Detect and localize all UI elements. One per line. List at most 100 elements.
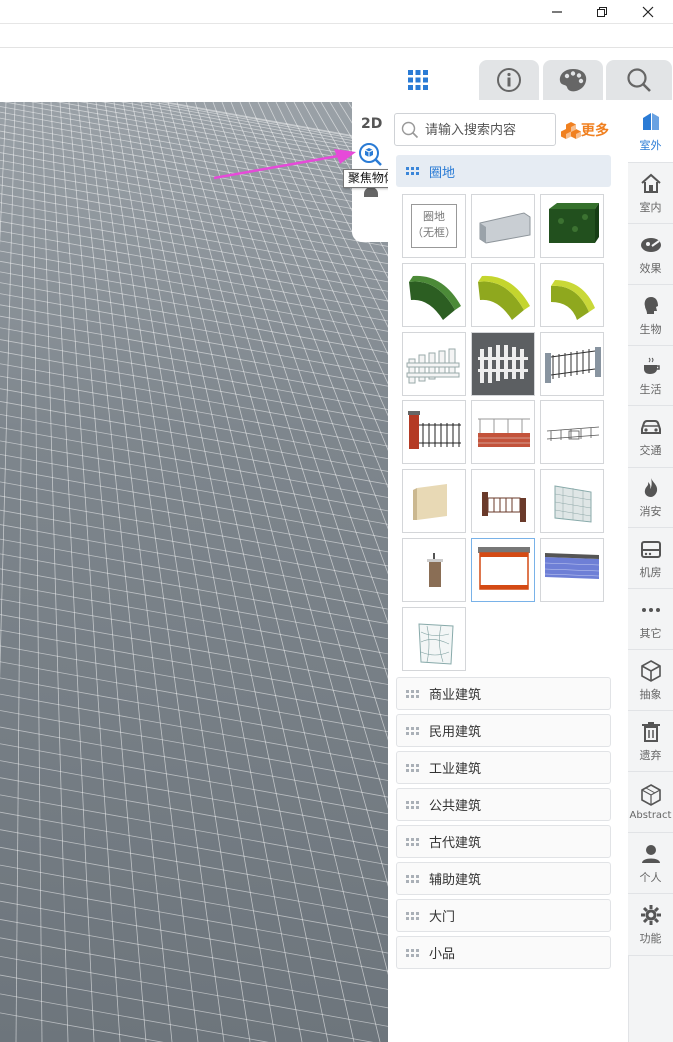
tile-blue-brick-wall[interactable] <box>540 538 604 602</box>
fire-icon <box>644 478 657 497</box>
category-strip-item[interactable]: 生活 <box>628 346 673 406</box>
close-icon <box>642 6 654 18</box>
tile-brick-wall-rail[interactable] <box>471 400 535 464</box>
tile-post-sign[interactable] <box>402 538 466 602</box>
category-strip-item[interactable]: 抽象 <box>628 650 673 711</box>
minimize-button[interactable] <box>537 0 577 24</box>
search-input[interactable] <box>425 120 551 140</box>
category-label: 商业建筑 <box>429 688 482 703</box>
category-strip-label: 消安 <box>639 505 662 518</box>
category-strip-item[interactable]: 生物 <box>628 285 673 346</box>
category-row[interactable]: 工业建筑 <box>396 751 611 784</box>
focus-object-button[interactable] <box>358 142 384 166</box>
category-header-enclosure[interactable]: 圈地 <box>396 155 611 187</box>
person-view-icon[interactable] <box>364 187 378 197</box>
category-row[interactable]: 古代建筑 <box>396 825 611 858</box>
more-button[interactable]: 更多 <box>561 118 609 142</box>
tile-concrete-block[interactable] <box>471 194 535 258</box>
grid-icon <box>408 70 428 90</box>
category-strip-item[interactable]: 机房 <box>628 528 673 589</box>
model-thumbnail <box>479 212 531 244</box>
category-strip-item[interactable]: 效果 <box>628 224 673 285</box>
palette-icon <box>559 69 587 92</box>
tab-info[interactable] <box>479 60 539 100</box>
category-strip-label: 功能 <box>639 932 662 945</box>
category-strip-item[interactable]: 消安 <box>628 468 673 528</box>
close-button[interactable] <box>628 0 668 24</box>
tile-enclosure-frameless[interactable]: 圈地 （无框） <box>402 194 466 258</box>
more-models-icon <box>561 122 581 139</box>
3d-viewport[interactable] <box>0 102 388 1042</box>
category-strip-label: 效果 <box>639 261 662 275</box>
category-strip-item[interactable]: 室内 <box>628 163 673 224</box>
model-thumbnail <box>551 280 595 320</box>
tile-beige-panel[interactable] <box>402 469 466 533</box>
tab-library[interactable] <box>388 60 448 100</box>
category-row[interactable]: 商业建筑 <box>396 677 611 710</box>
app-window: 2D 聚焦物体(F) 请输入搜索内容 更多 圈地 圈地 （无框） 商业建筑 民用… <box>0 0 673 1042</box>
category-label: 辅助建筑 <box>429 873 482 888</box>
tile-wooden-fence[interactable] <box>471 469 535 533</box>
tile-picket-fence-dark-bg[interactable] <box>471 332 535 396</box>
model-thumbnail <box>418 623 454 665</box>
tile-thin-rail[interactable] <box>540 400 604 464</box>
category-strip-label: 其它 <box>639 626 662 640</box>
model-thumbnail <box>549 203 599 243</box>
title-bar <box>0 0 673 24</box>
cup-icon <box>643 357 660 374</box>
category-row[interactable]: 小品 <box>396 936 611 969</box>
info-icon <box>497 68 521 92</box>
tile-hedge-quarter-yellow[interactable] <box>540 263 604 327</box>
category-strip-label: 遗弃 <box>639 748 662 762</box>
category-strip-label: 生活 <box>639 383 662 396</box>
category-strip-label: 机房 <box>639 565 662 579</box>
tile-hedge-curve-yellow[interactable] <box>471 263 535 327</box>
category-header-label: 圈地 <box>429 165 456 181</box>
tab-search[interactable] <box>606 60 672 100</box>
tile-label: 圈地 （无框） <box>411 204 457 248</box>
tile-orange-wall-selected[interactable] <box>471 538 535 602</box>
model-thumbnail <box>413 484 447 520</box>
model-thumbnail <box>409 275 461 320</box>
category-strip-item[interactable]: 室外 <box>628 100 673 163</box>
category-strip-item[interactable]: Abstract <box>628 772 673 833</box>
category-row[interactable]: 公共建筑 <box>396 788 611 821</box>
model-thumbnail <box>545 347 601 383</box>
tile-chain-mesh[interactable] <box>540 469 604 533</box>
category-strip-item[interactable]: 个人 <box>628 833 673 894</box>
category-strip-label: 室内 <box>639 200 662 214</box>
category-row[interactable]: 民用建筑 <box>396 714 611 747</box>
category-label: 民用建筑 <box>429 725 482 740</box>
category-row[interactable]: 辅助建筑 <box>396 862 611 895</box>
gear-icon <box>640 905 661 925</box>
category-label: 工业建筑 <box>429 762 482 777</box>
trash-icon <box>641 721 660 742</box>
car-icon <box>640 420 661 434</box>
restore-button[interactable] <box>582 0 622 24</box>
category-label: 公共建筑 <box>429 799 482 814</box>
category-strip-item[interactable]: 遗弃 <box>628 711 673 772</box>
panel-tabs <box>388 60 673 100</box>
model-thumbnail <box>406 348 460 384</box>
model-thumbnail <box>482 492 526 522</box>
category-strip-item[interactable]: 其它 <box>628 589 673 650</box>
tile-iron-fence[interactable] <box>540 332 604 396</box>
model-thumbnail <box>478 275 530 320</box>
search-icon <box>401 121 419 139</box>
model-thumbnail <box>478 547 530 590</box>
tile-brick-pillar-fence[interactable] <box>402 400 466 464</box>
category-row[interactable]: 大门 <box>396 899 611 932</box>
2d-toggle-button[interactable]: 2D <box>361 116 382 132</box>
category-strip-item[interactable]: 交通 <box>628 406 673 468</box>
tile-wire-mesh-panel[interactable] <box>402 607 466 671</box>
tile-hedge-curve-dark[interactable] <box>402 263 466 327</box>
tab-material[interactable] <box>543 60 603 100</box>
drag-handle-icon <box>406 837 419 846</box>
tile-picket-fence-white[interactable] <box>402 332 466 396</box>
category-label: 小品 <box>429 947 456 962</box>
category-strip-item[interactable]: 功能 <box>628 894 673 956</box>
tile-hedge-box[interactable] <box>540 194 604 258</box>
category-strip-label: 生物 <box>639 322 662 336</box>
user-icon <box>641 844 660 863</box>
house-icon <box>640 173 661 193</box>
